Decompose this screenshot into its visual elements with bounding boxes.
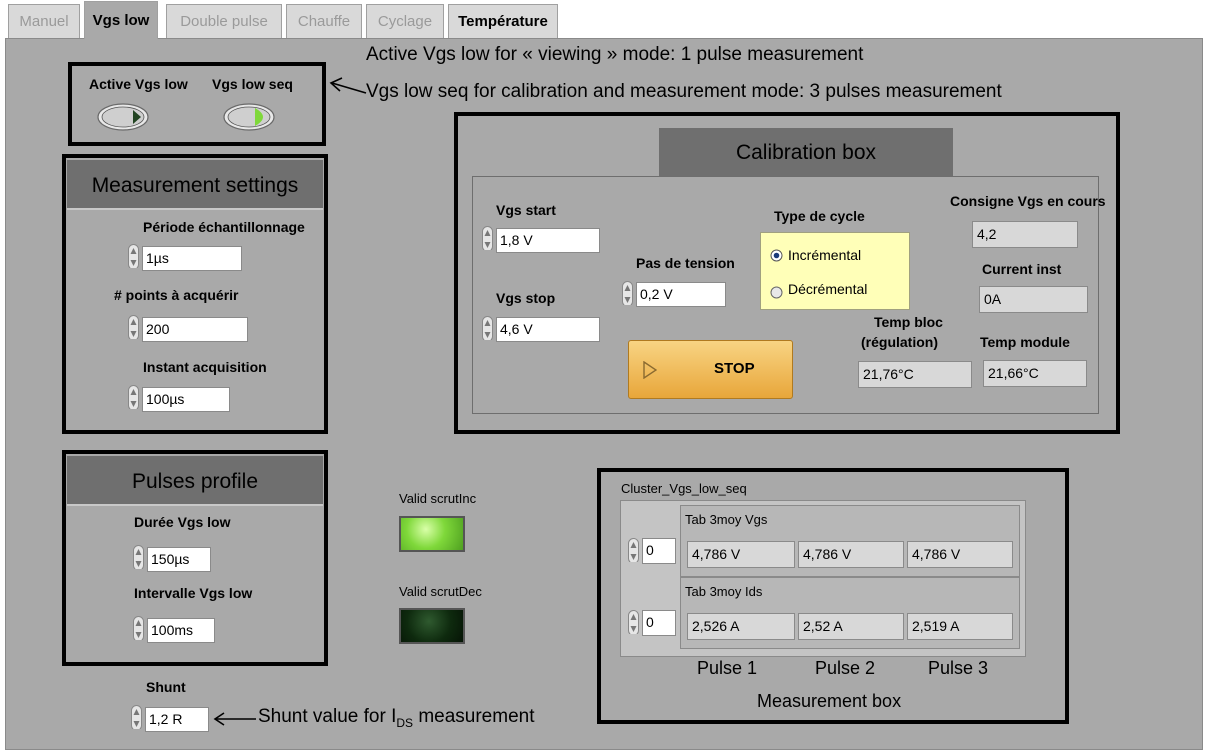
vgs-value-2: 4,786 V	[798, 541, 904, 568]
type-cycle-label: Type de cycle	[774, 208, 865, 224]
tab-cyclage[interactable]: Cyclage	[366, 4, 444, 38]
pas-tension-field[interactable]: 0,2 V	[636, 282, 726, 307]
pulse-2-label: Pulse 2	[815, 658, 876, 678]
periode-field[interactable]: 1µs	[142, 246, 242, 271]
points-spinner-icon[interactable]	[128, 315, 139, 339]
temp-bloc-label-2: (régulation)	[861, 334, 938, 350]
decremental-label: Décrémental	[788, 281, 868, 297]
pulse-3-label: Pulse 3	[928, 658, 989, 678]
stop-button[interactable]: STOP	[628, 340, 793, 399]
valid-dec-label: Valid scrutDec	[399, 584, 482, 599]
radio-incremental[interactable]	[770, 249, 783, 262]
consigne-indicator: 4,2	[972, 221, 1078, 248]
shunt-arrow-icon	[213, 712, 256, 726]
calibration-title: Calibration box	[659, 128, 953, 176]
pulse-1-label: Pulse 1	[697, 658, 758, 678]
vgs-array-label: Tab 3moy Vgs	[685, 512, 768, 527]
current-inst-label: Current inst	[982, 261, 1062, 277]
temp-module-label: Temp module	[980, 334, 1070, 350]
points-label: # points à acquérir	[114, 287, 239, 303]
tab-chauffe[interactable]: Chauffe	[286, 4, 362, 38]
annotation-vgs-seq: Vgs low seq for calibration and measurem…	[366, 81, 1002, 102]
active-vgs-low-label: Active Vgs low	[89, 76, 188, 92]
vgs-index-spinner-icon[interactable]	[628, 538, 639, 562]
vgs-low-seq-button[interactable]	[223, 103, 275, 131]
cluster-title: Cluster_Vgs_low_seq	[621, 481, 747, 496]
intervalle-spinner-icon[interactable]	[133, 616, 144, 640]
pulses-profile-title: Pulses profile	[67, 456, 323, 506]
valid-dec-led	[399, 608, 465, 644]
pas-tension-label: Pas de tension	[636, 255, 735, 271]
ids-index-spinner-icon[interactable]	[628, 610, 639, 634]
periode-spinner-icon[interactable]	[128, 244, 139, 268]
vgs-value-1: 4,786 V	[687, 541, 795, 568]
measurement-box-label: Measurement box	[757, 691, 902, 711]
stop-label: STOP	[714, 360, 755, 377]
temp-bloc-label-1: Temp bloc	[874, 314, 943, 330]
radio-decremental[interactable]	[770, 286, 783, 299]
annotation-shunt: Shunt value for IDS measurement	[258, 706, 535, 730]
vgs-start-spinner-icon[interactable]	[482, 226, 493, 250]
tab-temperature[interactable]: Température	[448, 4, 558, 38]
shunt-field[interactable]: 1,2 R	[145, 707, 209, 732]
duree-label: Durée Vgs low	[134, 514, 231, 530]
valid-inc-led	[399, 516, 465, 552]
measurement-settings-title: Measurement settings	[67, 160, 323, 210]
temp-module-indicator: 21,66°C	[983, 360, 1087, 387]
duree-field[interactable]: 150µs	[147, 547, 211, 572]
play-icon	[643, 361, 657, 379]
intervalle-label: Intervalle Vgs low	[134, 585, 253, 601]
duree-spinner-icon[interactable]	[133, 545, 144, 569]
consigne-label: Consigne Vgs en cours	[950, 193, 1106, 209]
ids-value-3: 2,519 A	[907, 613, 1013, 640]
tab-double-pulse[interactable]: Double pulse	[166, 4, 282, 38]
vgs-start-field[interactable]: 1,8 V	[496, 228, 600, 253]
points-field[interactable]: 200	[142, 317, 248, 342]
instant-field[interactable]: 100µs	[142, 387, 230, 412]
incremental-label: Incrémental	[788, 247, 862, 263]
annotation-active-vgs: Active Vgs low for « viewing » mode: 1 p…	[366, 44, 864, 65]
vgs-value-3: 4,786 V	[907, 541, 1013, 568]
active-vgs-low-button[interactable]	[97, 103, 149, 131]
vgs-low-seq-label: Vgs low seq	[212, 76, 293, 92]
vgs-start-label: Vgs start	[496, 202, 556, 218]
ids-value-1: 2,526 A	[687, 613, 795, 640]
ids-array-label: Tab 3moy Ids	[685, 584, 763, 599]
tab-manuel[interactable]: Manuel	[8, 4, 80, 38]
periode-label: Période échantillonnage	[143, 219, 305, 235]
pas-tension-spinner-icon[interactable]	[622, 281, 633, 305]
instant-label: Instant acquisition	[143, 359, 267, 375]
temp-bloc-indicator: 21,76°C	[858, 361, 972, 388]
tab-vgs-low[interactable]: Vgs low	[84, 1, 158, 39]
current-inst-indicator: 0A	[979, 286, 1088, 313]
vgs-index-field[interactable]: 0	[642, 538, 676, 564]
vgs-stop-label: Vgs stop	[496, 290, 556, 306]
instant-spinner-icon[interactable]	[128, 385, 139, 409]
annotation-arrow-icon	[329, 77, 367, 94]
ids-index-field[interactable]: 0	[642, 610, 676, 636]
ids-value-2: 2,52 A	[798, 613, 904, 640]
intervalle-field[interactable]: 100ms	[147, 618, 215, 643]
shunt-label: Shunt	[146, 679, 186, 695]
shunt-spinner-icon[interactable]	[131, 705, 142, 729]
vgs-stop-spinner-icon[interactable]	[482, 316, 493, 340]
valid-inc-label: Valid scrutInc	[399, 491, 477, 506]
vgs-stop-field[interactable]: 4,6 V	[496, 317, 600, 342]
